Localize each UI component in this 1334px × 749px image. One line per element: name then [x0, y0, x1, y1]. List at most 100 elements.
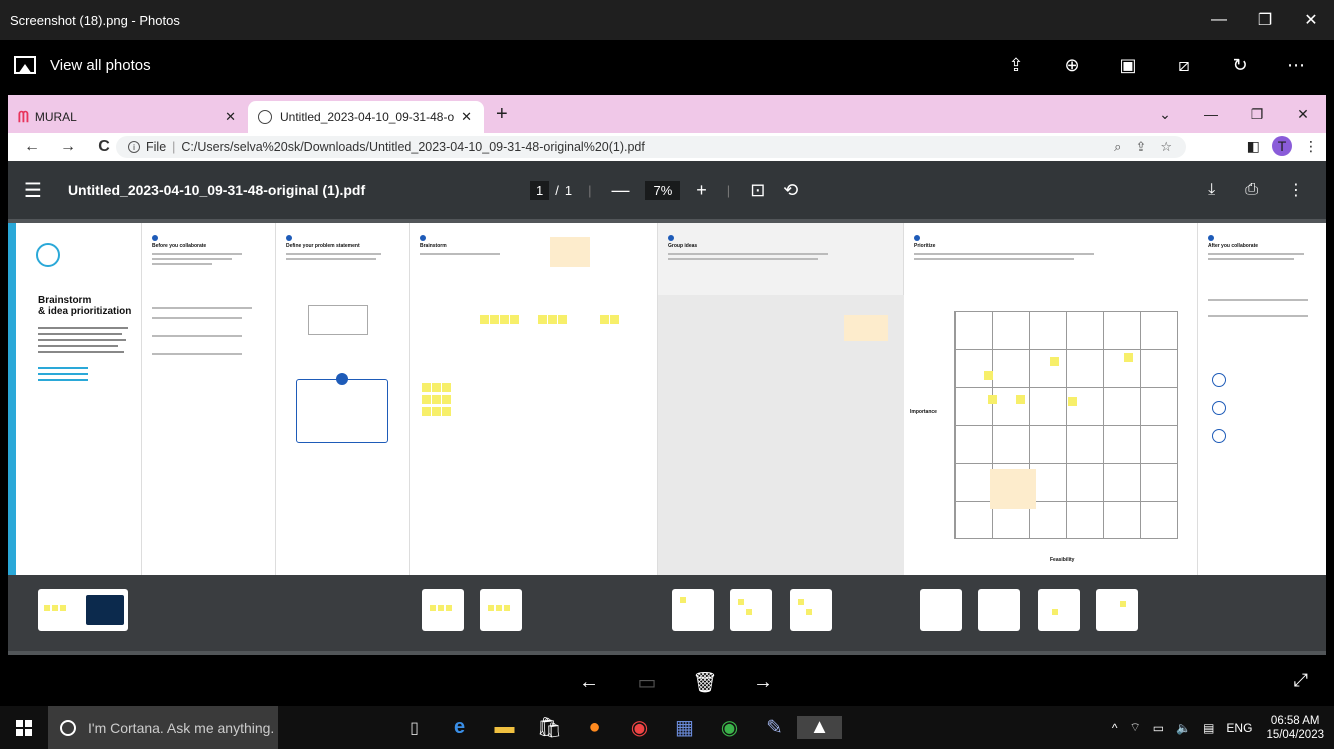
globe-icon: [258, 110, 272, 124]
task-view-icon[interactable]: ▯: [392, 718, 437, 738]
arrow-left-icon[interactable]: ←: [560, 671, 618, 694]
fullscreen-icon[interactable]: ⤢: [1294, 670, 1308, 691]
view-all-label: View all photos: [50, 56, 151, 74]
rotate-icon[interactable]: ⟲: [783, 180, 798, 201]
thumbnail[interactable]: [730, 589, 772, 631]
share-icon[interactable]: ⇪: [988, 55, 1044, 76]
file-explorer-icon[interactable]: ▬: [482, 716, 527, 739]
step-badge: [1208, 235, 1214, 241]
close-icon[interactable]: ✕: [1280, 95, 1326, 133]
sticky-note: [538, 315, 547, 324]
more-icon[interactable]: ⋯: [1268, 55, 1324, 76]
forward-icon[interactable]: →: [56, 138, 80, 156]
network-icon[interactable]: ⌔: [1130, 720, 1141, 735]
chrome-icon[interactable]: ◉: [617, 715, 662, 740]
tab-mural[interactable]: ᗰ MURAL ✕: [8, 101, 248, 133]
download-icon[interactable]: ⤓: [1208, 181, 1215, 199]
store-icon[interactable]: 🛍: [527, 715, 572, 740]
fit-page-icon[interactable]: ⊡: [750, 180, 765, 201]
close-icon[interactable]: ✕: [1288, 0, 1334, 40]
back-icon[interactable]: ←: [20, 138, 44, 156]
kebab-menu-icon[interactable]: ⋮: [1304, 138, 1318, 155]
rotate-icon[interactable]: ↻: [1212, 55, 1268, 76]
panel-title: After you collaborate: [1208, 243, 1259, 249]
thumbnail[interactable]: [790, 589, 832, 631]
view-all-photos-button[interactable]: View all photos: [0, 56, 151, 74]
chrome-profile-icon[interactable]: ◉: [707, 715, 752, 740]
clock[interactable]: 06:58 AM 15/04/2023: [1266, 714, 1324, 742]
panel-brainstorm: Brainstorm: [410, 223, 658, 575]
pdf-page: Brainstorm & idea prioritization Before …: [8, 223, 1326, 575]
photos-toolbar: View all photos ⇪ ⊕ ▣ ⧄ ↻ ⋯: [0, 40, 1334, 90]
restore-icon[interactable]: ❐: [1242, 0, 1288, 40]
sticky-note: [432, 395, 441, 404]
firefox-icon[interactable]: ●: [572, 716, 617, 739]
volume-icon[interactable]: 🔈: [1176, 721, 1191, 735]
pdf-viewer[interactable]: Brainstorm & idea prioritization Before …: [8, 219, 1326, 655]
paint-icon[interactable]: ✎: [752, 715, 797, 740]
delete-icon[interactable]: 🗑: [676, 670, 734, 695]
battery-icon[interactable]: ▭: [1153, 721, 1164, 735]
cover-title-line1: Brainstorm: [38, 295, 92, 306]
side-panel-icon[interactable]: ◧: [1247, 138, 1260, 155]
star-icon[interactable]: ☆: [1160, 139, 1172, 155]
sticky-note: [422, 407, 431, 416]
text-line: [1208, 315, 1308, 317]
comment-icon[interactable]: ▭: [618, 670, 676, 695]
kebab-menu-icon[interactable]: ⋮: [1288, 180, 1304, 200]
tab-close-icon[interactable]: ✕: [225, 109, 236, 125]
restore-icon[interactable]: ❐: [1234, 95, 1280, 133]
page-number-input[interactable]: 1: [530, 180, 550, 200]
edit-image-icon[interactable]: ⧄: [1156, 55, 1212, 76]
tab-close-icon[interactable]: ✕: [461, 109, 472, 125]
cortana-search-input[interactable]: I'm Cortana. Ask me anything.: [48, 706, 278, 749]
print-icon[interactable]: ⎙: [1245, 181, 1258, 199]
browser-window: ᗰ MURAL ✕ Untitled_2023-04-10_09-31-48-o…: [8, 95, 1326, 655]
notifications-icon[interactable]: ▤: [1203, 721, 1214, 735]
text-line: [38, 333, 122, 335]
new-tab-button[interactable]: +: [496, 103, 508, 126]
text-line: [38, 345, 118, 347]
sticky-note: [548, 315, 557, 324]
thumbnail[interactable]: [1096, 589, 1138, 631]
text-line: [1208, 253, 1304, 255]
photos-app-icon[interactable]: ▲: [797, 716, 842, 739]
tab-pdf[interactable]: Untitled_2023-04-10_09-31-48-o ✕: [248, 101, 484, 133]
text-line: [152, 253, 242, 255]
zoom-icon[interactable]: ⌕: [1114, 139, 1121, 155]
page-separator: /: [555, 182, 559, 198]
tip-note: [844, 315, 888, 341]
profile-avatar[interactable]: T: [1272, 136, 1292, 156]
thumbnail[interactable]: [480, 589, 522, 631]
app-icon[interactable]: ▦: [662, 715, 707, 740]
url-text: C:/Users/selva%20sk/Downloads/Untitled_2…: [181, 140, 645, 154]
thumbnail[interactable]: [1038, 589, 1080, 631]
zoom-in-icon[interactable]: ⊕: [1044, 55, 1100, 76]
arrow-right-icon[interactable]: →: [734, 671, 792, 694]
start-button[interactable]: [0, 706, 48, 749]
slideshow-icon[interactable]: ▣: [1100, 55, 1156, 76]
language-indicator[interactable]: ENG: [1226, 721, 1252, 735]
minimize-icon[interactable]: —: [1188, 95, 1234, 133]
thumbnail[interactable]: [38, 589, 128, 631]
chevron-down-icon[interactable]: ⌄: [1142, 95, 1188, 133]
cta-box: [86, 595, 124, 625]
chevron-up-icon[interactable]: ^: [1112, 721, 1118, 735]
text-line: [152, 307, 252, 309]
zoom-input[interactable]: 7%: [645, 180, 681, 200]
edge-icon[interactable]: e: [437, 716, 482, 739]
zoom-out-icon[interactable]: —: [611, 180, 629, 201]
reload-icon[interactable]: C: [92, 138, 116, 156]
thumbnail[interactable]: [422, 589, 464, 631]
menu-icon[interactable]: ☰: [24, 178, 42, 203]
thumbnail[interactable]: [672, 589, 714, 631]
minimize-icon[interactable]: —: [1196, 0, 1242, 40]
info-icon[interactable]: i: [128, 141, 140, 153]
address-input[interactable]: i File | C:/Users/selva%20sk/Downloads/U…: [116, 136, 1186, 158]
thumbnail[interactable]: [920, 589, 962, 631]
panel-title: Before you collaborate: [152, 243, 207, 249]
priority-grid: [954, 311, 1178, 539]
thumbnail[interactable]: [978, 589, 1020, 631]
zoom-in-icon[interactable]: +: [696, 180, 707, 201]
share-icon[interactable]: ⇪: [1135, 139, 1146, 155]
